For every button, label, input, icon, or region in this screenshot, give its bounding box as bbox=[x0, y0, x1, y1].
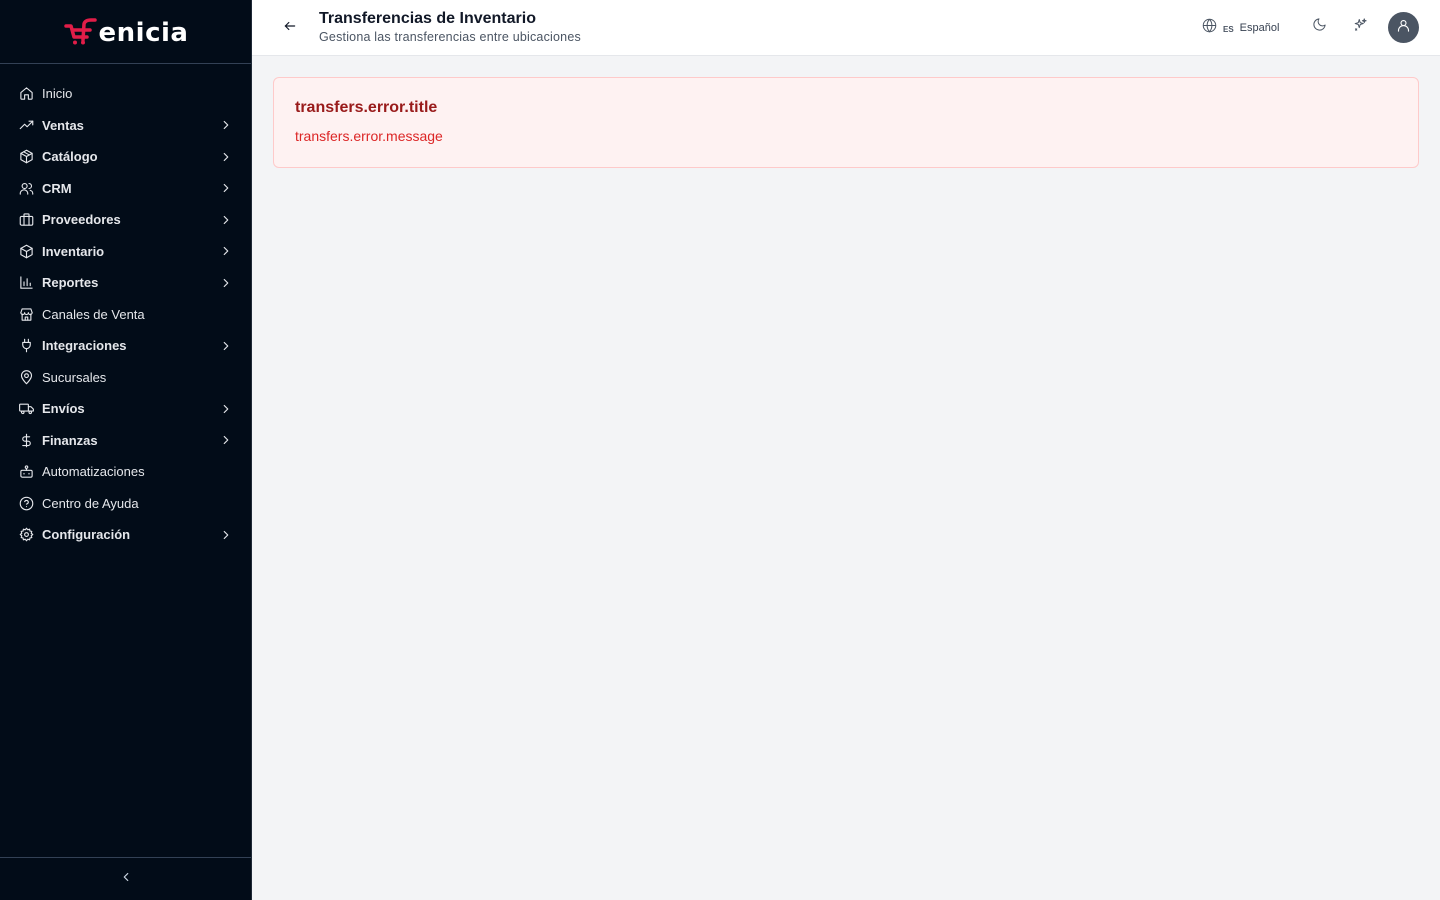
chevron-right-icon bbox=[219, 244, 233, 258]
chevron-right-icon bbox=[219, 433, 233, 447]
sidebar-item-label: Catálogo bbox=[42, 149, 98, 165]
page-heading: Transferencias de Inventario Gestiona la… bbox=[319, 9, 581, 46]
chevron-right-icon bbox=[219, 339, 233, 353]
brand-logo[interactable]: enicia bbox=[63, 17, 189, 48]
sidebar-item-catalogo[interactable]: Catálogo bbox=[0, 141, 251, 173]
bot-icon bbox=[18, 464, 34, 480]
sidebar-item-label: CRM bbox=[42, 180, 72, 196]
ai-assistant-button[interactable] bbox=[1352, 17, 1368, 37]
arrow-left-icon bbox=[283, 19, 297, 38]
sidebar-item-configuracion[interactable]: Configuración bbox=[0, 519, 251, 551]
sidebar-item-inventario[interactable]: Inventario bbox=[0, 236, 251, 268]
sidebar-item-label: Reportes bbox=[42, 275, 99, 291]
sidebar-collapse-button[interactable] bbox=[0, 857, 251, 900]
error-alert: transfers.error.title transfers.error.me… bbox=[273, 77, 1419, 168]
page-title: Transferencias de Inventario bbox=[319, 10, 536, 27]
chevron-left-icon bbox=[119, 870, 133, 889]
sidebar-item-automatizaciones[interactable]: Automatizaciones bbox=[0, 456, 251, 488]
sparkles-icon bbox=[1353, 17, 1368, 37]
package-icon bbox=[18, 149, 34, 165]
box-icon bbox=[18, 243, 34, 259]
sidebar-item-label: Proveedores bbox=[42, 212, 121, 228]
sidebar-item-label: Configuración bbox=[42, 527, 131, 543]
sidebar: enicia Inicio Ventas Catálogo CRM Provee… bbox=[0, 0, 252, 900]
sidebar-item-finanzas[interactable]: Finanzas bbox=[0, 425, 251, 457]
theme-toggle-button[interactable] bbox=[1311, 17, 1327, 37]
sidebar-item-canales-de-venta[interactable]: Canales de Venta bbox=[0, 299, 251, 331]
sidebar-item-label: Finanzas bbox=[42, 432, 98, 448]
sidebar-item-label: Sucursales bbox=[42, 369, 107, 385]
home-icon bbox=[18, 86, 34, 102]
map-pin-icon bbox=[18, 369, 34, 385]
plug-icon bbox=[18, 338, 34, 354]
sidebar-item-label: Canales de Venta bbox=[42, 306, 145, 322]
brand-name: enicia bbox=[98, 17, 189, 48]
store-icon bbox=[18, 306, 34, 322]
briefcase-icon bbox=[18, 212, 34, 228]
sidebar-item-reportes[interactable]: Reportes bbox=[0, 267, 251, 299]
sidebar-item-crm[interactable]: CRM bbox=[0, 173, 251, 205]
sidebar-item-label: Integraciones bbox=[42, 338, 127, 354]
sidebar-item-inicio[interactable]: Inicio bbox=[0, 78, 251, 110]
error-title: transfers.error.title bbox=[295, 99, 438, 116]
chevron-right-icon bbox=[219, 213, 233, 227]
sidebar-item-envios[interactable]: Envíos bbox=[0, 393, 251, 425]
logo-area: enicia bbox=[0, 0, 251, 64]
language-code: ES bbox=[1223, 25, 1234, 34]
sidebar-item-centro-de-ayuda[interactable]: Centro de Ayuda bbox=[0, 488, 251, 520]
chevron-right-icon bbox=[219, 402, 233, 416]
sidebar-item-label: Ventas bbox=[42, 117, 84, 133]
bar-chart-icon bbox=[18, 275, 34, 291]
sidebar-item-ventas[interactable]: Ventas bbox=[0, 110, 251, 142]
sidebar-item-label: Inicio bbox=[42, 86, 73, 102]
sidebar-item-sucursales[interactable]: Sucursales bbox=[0, 362, 251, 394]
user-icon bbox=[1396, 18, 1411, 38]
chevron-right-icon bbox=[219, 276, 233, 290]
help-circle-icon bbox=[18, 495, 34, 511]
sidebar-item-label: Centro de Ayuda bbox=[42, 495, 139, 511]
globe-icon bbox=[1202, 18, 1217, 38]
settings-icon bbox=[18, 527, 34, 543]
users-icon bbox=[18, 180, 34, 196]
language-selector[interactable]: ES Español bbox=[1202, 18, 1279, 38]
error-message: transfers.error.message bbox=[295, 128, 443, 144]
top-header: Transferencias de Inventario Gestiona la… bbox=[252, 0, 1440, 56]
sidebar-nav: Inicio Ventas Catálogo CRM Proveedores I… bbox=[0, 64, 251, 551]
sidebar-item-proveedores[interactable]: Proveedores bbox=[0, 204, 251, 236]
chevron-right-icon bbox=[219, 528, 233, 542]
trending-up-icon bbox=[18, 117, 34, 133]
language-name: Español bbox=[1239, 22, 1280, 34]
sidebar-item-label: Automatizaciones bbox=[42, 464, 145, 480]
moon-icon bbox=[1312, 17, 1327, 37]
user-avatar-button[interactable] bbox=[1388, 12, 1419, 43]
sidebar-item-integraciones[interactable]: Integraciones bbox=[0, 330, 251, 362]
sidebar-item-label: Envíos bbox=[42, 401, 85, 417]
cart-logo-icon bbox=[63, 17, 97, 44]
chevron-right-icon bbox=[219, 150, 233, 164]
truck-icon bbox=[18, 401, 34, 417]
chevron-right-icon bbox=[219, 181, 233, 195]
dollar-icon bbox=[18, 432, 34, 448]
back-button[interactable] bbox=[280, 18, 300, 38]
page-subtitle: Gestiona las transferencias entre ubicac… bbox=[319, 30, 581, 44]
chevron-right-icon bbox=[219, 118, 233, 132]
sidebar-item-label: Inventario bbox=[42, 243, 105, 259]
